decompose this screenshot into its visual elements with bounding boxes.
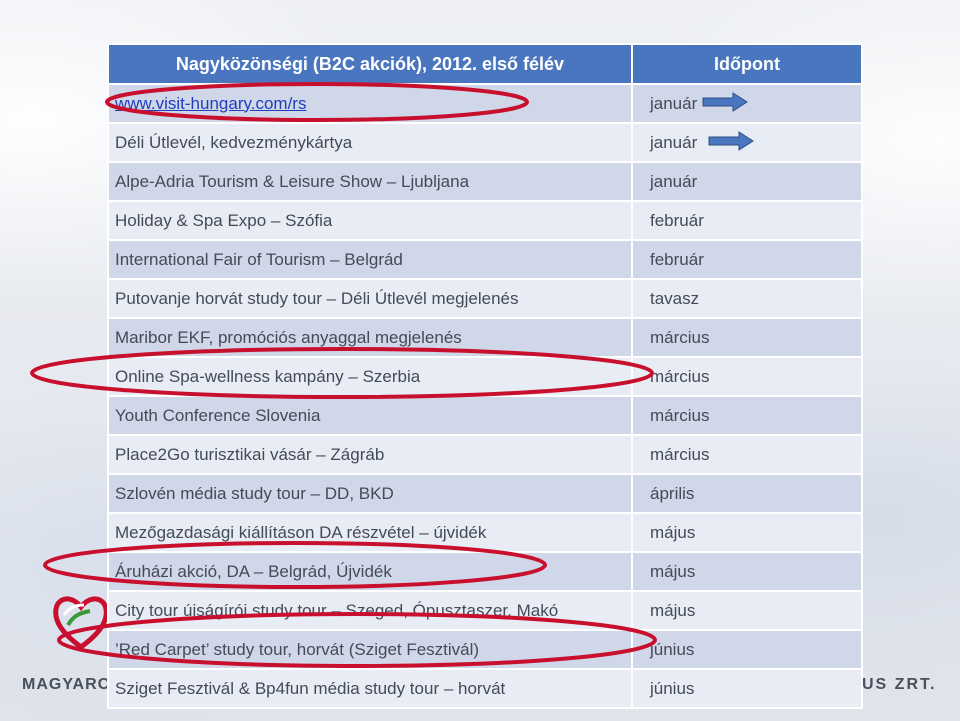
event-cell: Déli Útlevél, kedvezménykártya [107, 122, 633, 163]
table-row: Maribor EKF, promóciós anyaggal megjelen… [107, 317, 863, 358]
table-row: Szlovén média study tour – DD, BKD ápril… [107, 473, 863, 514]
table-row: Place2Go turisztikai vásár – Zágráb márc… [107, 434, 863, 475]
date-cell: május [631, 512, 863, 553]
brand-logo-suffix: US ZRT. [862, 676, 937, 693]
date-cell: március [631, 434, 863, 475]
event-cell: Putovanje horvát study tour – Déli Útlev… [107, 278, 633, 319]
table-row: Alpe-Adria Tourism & Leisure Show – Ljub… [107, 161, 863, 202]
table-row: www.visit-hungary.com/rs január [107, 83, 863, 124]
right-arrow-icon [702, 92, 748, 112]
table-row: Sziget Fesztivál & Bp4fun média study to… [107, 668, 863, 709]
website-link[interactable]: www.visit-hungary.com/rs [115, 94, 306, 113]
event-cell: Szlovén média study tour – DD, BKD [107, 473, 633, 514]
date-cell: május [631, 551, 863, 592]
table-row: Putovanje horvát study tour – Déli Útlev… [107, 278, 863, 319]
table-header-row: Nagyközönségi (B2C akciók), 2012. első f… [107, 43, 863, 85]
date-cell: május [631, 590, 863, 631]
date-cell: március [631, 356, 863, 397]
date-cell: április [631, 473, 863, 514]
table-row: ’Red Carpet’ study tour, horvát (Sziget … [107, 629, 863, 670]
date-cell: június [631, 668, 863, 709]
table-row: Áruházi akció, DA – Belgrád, Újvidék máj… [107, 551, 863, 592]
date-cell: február [631, 239, 863, 280]
table-row: Online Spa-wellness kampány – Szerbia má… [107, 356, 863, 397]
event-cell: International Fair of Tourism – Belgrád [107, 239, 633, 280]
header-event: Nagyközönségi (B2C akciók), 2012. első f… [107, 43, 633, 85]
right-arrow-icon [708, 131, 754, 151]
event-cell: Sziget Fesztivál & Bp4fun média study to… [107, 668, 633, 709]
event-cell: Holiday & Spa Expo – Szófia [107, 200, 633, 241]
event-cell: Alpe-Adria Tourism & Leisure Show – Ljub… [107, 161, 633, 202]
date-cell: június [631, 629, 863, 670]
date-cell: március [631, 317, 863, 358]
header-date: Időpont [631, 43, 863, 85]
heart-logo-icon [53, 596, 109, 651]
table-row: Mezőgazdasági kiállításon DA részvétel –… [107, 512, 863, 553]
table-row: City tour újságírói study tour – Szeged,… [107, 590, 863, 631]
table-row: International Fair of Tourism – Belgrád … [107, 239, 863, 280]
table-row: Youth Conference Slovenia március [107, 395, 863, 436]
event-cell: City tour újságírói study tour – Szeged,… [107, 590, 633, 631]
event-cell: Online Spa-wellness kampány – Szerbia [107, 356, 633, 397]
event-cell: Mezőgazdasági kiállításon DA részvétel –… [107, 512, 633, 553]
event-link-cell[interactable]: www.visit-hungary.com/rs [107, 83, 633, 124]
event-cell: Áruházi akció, DA – Belgrád, Újvidék [107, 551, 633, 592]
event-cell: Place2Go turisztikai vásár – Zágráb [107, 434, 633, 475]
event-cell: Youth Conference Slovenia [107, 395, 633, 436]
date-cell: január [631, 161, 863, 202]
date-cell: február [631, 200, 863, 241]
event-cell: ’Red Carpet’ study tour, horvát (Sziget … [107, 629, 633, 670]
date-cell: március [631, 395, 863, 436]
table-row: Holiday & Spa Expo – Szófia február [107, 200, 863, 241]
event-cell: Maribor EKF, promóciós anyaggal megjelen… [107, 317, 633, 358]
date-cell: tavasz [631, 278, 863, 319]
